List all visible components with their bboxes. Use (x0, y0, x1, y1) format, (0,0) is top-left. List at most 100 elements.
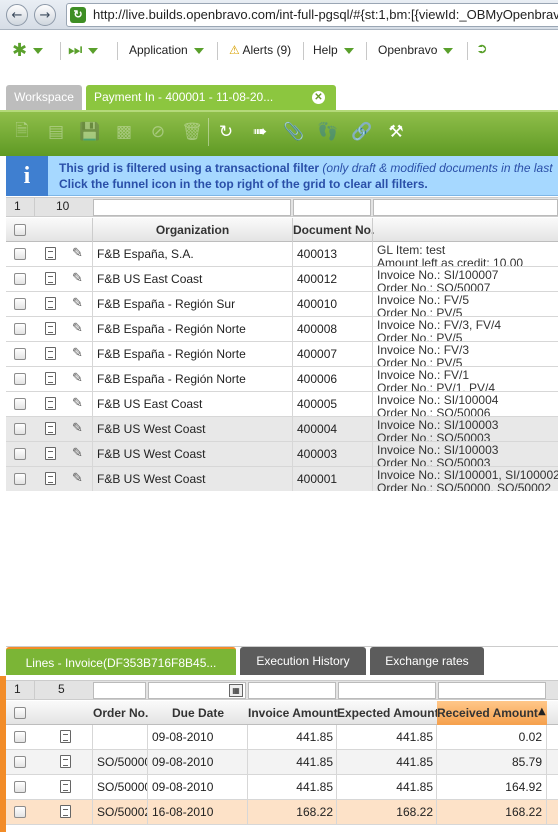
description-filter-input[interactable] (373, 199, 558, 216)
forward-arrow-icon[interactable]: → (34, 4, 56, 26)
tab-lines[interactable]: Lines - Invoice(DF353B716F8B45... (6, 647, 236, 675)
open-form-icon[interactable] (60, 805, 71, 818)
expected-amount-cell: 441.85 (396, 780, 433, 794)
description-line: Order No.: PV/5 (377, 356, 463, 367)
row-checkbox[interactable] (14, 348, 26, 360)
link-icon[interactable]: 🔗 (348, 118, 376, 146)
calendar-icon[interactable]: ▦ (229, 684, 243, 697)
open-form-icon[interactable] (45, 447, 56, 460)
audit-trail-icon[interactable]: 👣 (314, 118, 342, 146)
undo-cancel-icon[interactable]: ⊘ (144, 118, 172, 146)
open-form-icon[interactable] (60, 755, 71, 768)
row-checkbox[interactable] (14, 756, 26, 768)
expected-amount-column-header[interactable]: Expected Amount (337, 706, 439, 720)
document-no-cell: 400010 (297, 297, 338, 311)
back-arrow-icon[interactable]: ← (6, 4, 28, 26)
open-form-icon[interactable] (45, 297, 56, 310)
sort-ascending-icon[interactable]: ▲ (538, 706, 546, 717)
row-checkbox[interactable] (14, 423, 26, 435)
grid-divider (92, 242, 93, 267)
application-menu[interactable]: Application (129, 43, 204, 57)
grid-divider (372, 317, 373, 342)
select-all-checkbox[interactable] (14, 224, 26, 236)
open-form-icon[interactable] (60, 730, 71, 743)
open-form-icon[interactable] (45, 372, 56, 385)
row-checkbox[interactable] (14, 398, 26, 410)
grid-divider (546, 775, 547, 800)
received-amount-cell: 85.79 (511, 755, 542, 769)
due-date-cell: 09-08-2010 (152, 780, 214, 794)
open-form-icon[interactable] (45, 472, 56, 485)
new-document-icon[interactable]: 🗎 (8, 118, 36, 146)
order-no-column-header[interactable]: Order No. (93, 706, 148, 720)
row-checkbox[interactable] (14, 273, 26, 285)
invoice-amount-column-header[interactable]: Invoice Amount (248, 706, 338, 720)
tools-icon[interactable]: ⚒ (382, 118, 410, 146)
edit-pencil-icon[interactable]: ✎ (72, 471, 83, 486)
tab-payment-in[interactable]: Payment In - 400001 - 11-08-20... ✕ (86, 85, 336, 110)
organization-filter-input[interactable] (93, 199, 291, 216)
organization-cell: F&B España, S.A. (97, 247, 194, 261)
received-amount-column-header[interactable]: Received Amount (437, 706, 538, 720)
row-checkbox[interactable] (14, 298, 26, 310)
edit-pencil-icon[interactable]: ✎ (72, 396, 83, 411)
description-line: Order No.: SO/50007 (377, 281, 491, 292)
edit-pencil-icon[interactable]: ✎ (72, 321, 83, 336)
grid-divider (372, 417, 373, 442)
edit-pencil-icon[interactable]: ✎ (72, 296, 83, 311)
edit-pencil-icon[interactable]: ✎ (72, 246, 83, 261)
row-checkbox[interactable] (14, 248, 26, 260)
description-cell: Invoice No.: FV/3, FV/4 Order No.: PV/5 (377, 319, 558, 341)
tab-execution-history[interactable]: Execution History (240, 647, 366, 675)
logout-icon[interactable]: ➲ (476, 41, 488, 57)
close-tab-icon[interactable]: ✕ (312, 91, 325, 104)
open-form-icon[interactable] (45, 272, 56, 285)
row-checkbox[interactable] (14, 448, 26, 460)
document-no-cell: 400008 (297, 322, 338, 336)
open-form-icon[interactable] (45, 422, 56, 435)
edit-pencil-icon[interactable]: ✎ (72, 371, 83, 386)
received-amount-filter-input[interactable] (438, 682, 546, 699)
open-form-icon[interactable] (45, 322, 56, 335)
expected-amount-filter-input[interactable] (338, 682, 436, 699)
quick-launch-icon[interactable]: ⏭ (68, 40, 99, 60)
export-icon[interactable]: ➠ (246, 118, 274, 146)
row-checkbox[interactable] (14, 806, 26, 818)
received-amount-cell: 168.22 (505, 805, 542, 819)
open-form-icon[interactable] (45, 347, 56, 360)
document-no-column-header[interactable]: Document No. (293, 223, 374, 237)
edit-pencil-icon[interactable]: ✎ (72, 446, 83, 461)
organization-cell: F&B US West Coast (97, 447, 206, 461)
open-form-icon[interactable] (60, 780, 71, 793)
save-icon[interactable]: 💾 (76, 118, 104, 146)
invoice-amount-filter-input[interactable] (248, 682, 336, 699)
open-form-icon[interactable] (45, 247, 56, 260)
row-checkbox[interactable] (14, 731, 26, 743)
tab-exchange-rates[interactable]: Exchange rates (370, 647, 484, 675)
row-checkbox[interactable] (14, 473, 26, 485)
edit-pencil-icon[interactable]: ✎ (72, 346, 83, 361)
grid-divider (92, 800, 93, 825)
attachment-icon[interactable]: 📎 (280, 118, 308, 146)
due-date-column-header[interactable]: Due Date (148, 706, 248, 720)
new-row-icon[interactable]: ▤ (42, 118, 70, 146)
lines-select-all-checkbox[interactable] (14, 707, 26, 719)
row-checkbox[interactable] (14, 323, 26, 335)
document-no-filter-input[interactable] (293, 199, 371, 216)
edit-pencil-icon[interactable]: ✎ (72, 271, 83, 286)
alerts-link[interactable]: ⚠ Alerts (9) (229, 43, 291, 57)
delete-icon[interactable]: 🗑 (178, 118, 206, 146)
help-menu[interactable]: Help (313, 43, 354, 57)
quick-create-icon[interactable]: ✱ (12, 40, 44, 61)
row-checkbox[interactable] (14, 781, 26, 793)
edit-pencil-icon[interactable]: ✎ (72, 421, 83, 436)
user-menu[interactable]: Openbravo (378, 43, 454, 57)
order-no-filter-input[interactable] (93, 682, 146, 699)
address-bar[interactable]: http://live.builds.openbravo.com/int-ful… (66, 3, 558, 27)
organization-column-header[interactable]: Organization (93, 223, 292, 237)
tab-workspace[interactable]: Workspace (6, 85, 82, 110)
refresh-icon[interactable]: ↻ (212, 118, 240, 146)
save-close-icon[interactable]: ▩ (110, 118, 138, 146)
open-form-icon[interactable] (45, 397, 56, 410)
row-checkbox[interactable] (14, 373, 26, 385)
